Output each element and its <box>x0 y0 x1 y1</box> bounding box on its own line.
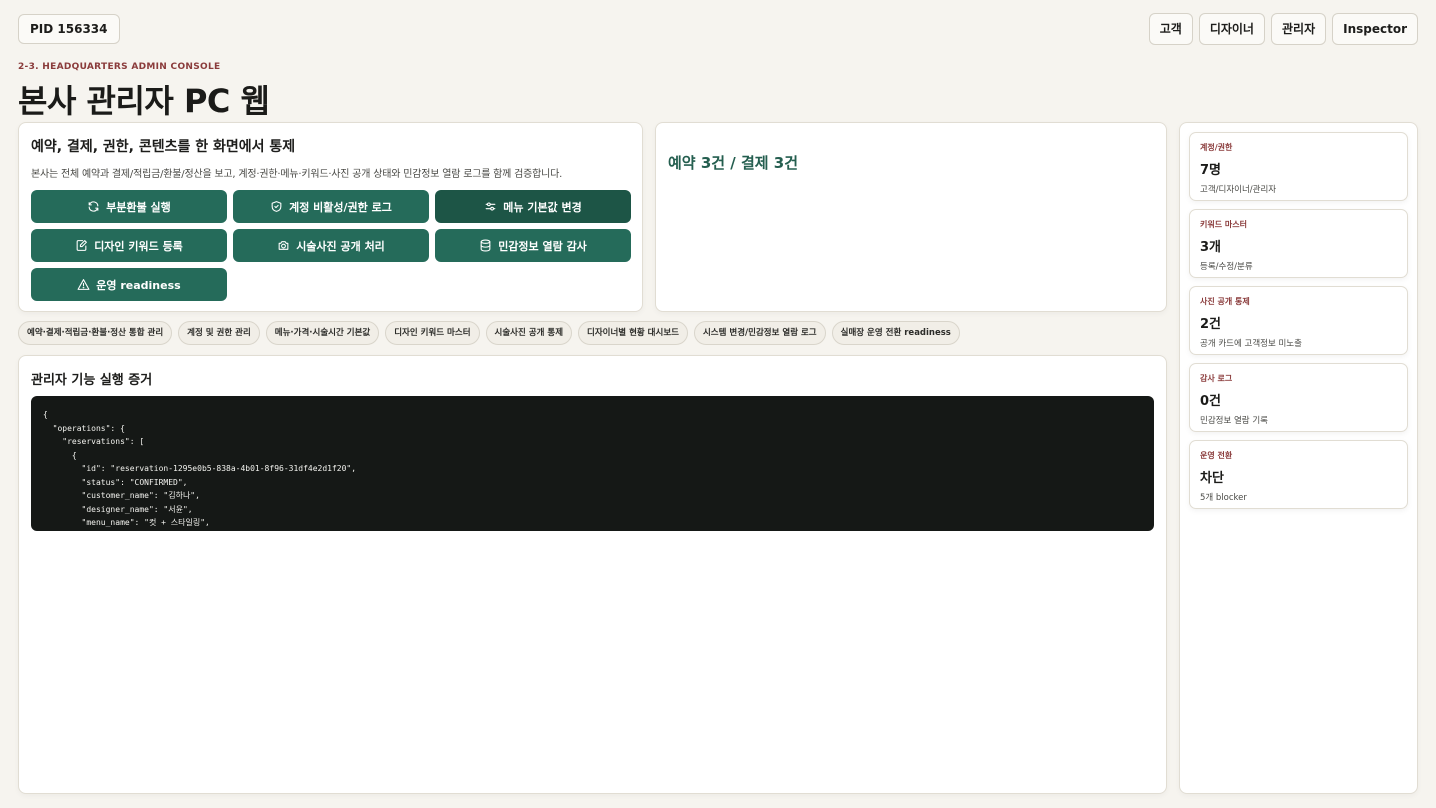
photo-publish-button[interactable]: 시술사진 공개 처리 <box>233 229 429 262</box>
stat-card-keywords: 키워드 마스터 3개 등록/수정/분류 <box>1189 209 1408 278</box>
partial-refund-label: 부분환불 실행 <box>106 200 171 214</box>
keyword-register-button[interactable]: 디자인 키워드 등록 <box>31 229 227 262</box>
evidence-code-block[interactable]: { "operations": { "reservations": [ { "i… <box>31 396 1154 531</box>
evidence-panel: 관리자 기능 실행 증거 { "operations": { "reservat… <box>18 355 1167 794</box>
summary-panel: 예약 3건 / 결제 3건 <box>655 122 1167 312</box>
stat-desc: 등록/수정/분류 <box>1200 262 1253 272</box>
evidence-title: 관리자 기능 실행 증거 <box>31 373 153 388</box>
stat-desc: 5개 blocker <box>1200 493 1247 503</box>
partial-refund-button[interactable]: 부분환불 실행 <box>31 190 227 223</box>
control-description: 본사는 전체 예약과 결제/적립금/환불/정산을 보고, 계정·권한·메뉴·키워… <box>31 169 563 180</box>
chip-designer-dashboard[interactable]: 디자이너별 현황 대시보드 <box>578 321 688 345</box>
menu-default-button[interactable]: 메뉴 기본값 변경 <box>435 190 631 223</box>
chip-photo-control[interactable]: 시술사진 공개 통제 <box>485 321 573 345</box>
chip-readiness[interactable]: 실매장 운영 전환 readiness <box>831 321 960 345</box>
summary-text: 예약 3건 / 결제 3건 <box>668 154 799 172</box>
stat-label: 키워드 마스터 <box>1200 220 1247 229</box>
section-eyebrow: 2-3. HEADQUARTERS ADMIN CONSOLE <box>18 62 221 72</box>
stat-card-readiness: 운영 전환 차단 5개 blocker <box>1189 440 1408 509</box>
sensitive-audit-label: 민감정보 열람 감사 <box>498 239 587 253</box>
database-icon <box>480 239 491 252</box>
stat-card-photos: 사진 공개 통제 2건 공개 카드에 고객정보 미노출 <box>1189 286 1408 355</box>
stat-card-audit: 감사 로그 0건 민감정보 열람 기록 <box>1189 363 1408 432</box>
code-line: "id": "reservation-1295e0b5-838a-4b01-8f… <box>43 464 357 473</box>
code-line: "designer_name": "서윤", <box>43 504 193 514</box>
stat-value: 2건 <box>1200 317 1222 332</box>
camera-icon <box>278 241 289 250</box>
page-title: 본사 관리자 PC 웹 <box>18 82 270 120</box>
refresh-icon <box>88 201 99 212</box>
chip-accounts[interactable]: 계정 및 권한 관리 <box>178 321 260 345</box>
role-admin-button[interactable]: 관리자 <box>1270 13 1327 45</box>
stat-value: 0건 <box>1200 394 1222 409</box>
stat-value: 7명 <box>1200 163 1222 178</box>
account-deactivate-label: 계정 비활성/권한 로그 <box>289 200 392 214</box>
feature-chip-bar: 예약·결제·적립금·환불·정산 통합 관리 계정 및 권한 관리 메뉴·가격·시… <box>18 321 960 345</box>
code-line: "status": "CONFIRMED", <box>43 477 188 487</box>
stat-value: 차단 <box>1200 471 1224 486</box>
control-panel: 예약, 결제, 권한, 콘텐츠를 한 화면에서 통제 본사는 전체 예약과 결제… <box>18 122 643 312</box>
code-line: "menu_name": "컷 + 스타일링", <box>43 518 210 527</box>
stat-desc: 고객/디자이너/관리자 <box>1200 185 1277 195</box>
code-line: "reservations": [ <box>43 437 145 446</box>
stat-label: 사진 공개 통제 <box>1200 297 1250 306</box>
chip-operations[interactable]: 예약·결제·적립금·환불·정산 통합 관리 <box>18 321 173 345</box>
edit-icon <box>76 240 88 251</box>
role-designer-button[interactable]: 디자이너 <box>1198 13 1265 45</box>
code-line: "operations": { <box>43 423 125 433</box>
code-line: "customer_name": "김하나", <box>43 491 200 500</box>
stat-card-accounts: 계정/권한 7명 고객/디자이너/관리자 <box>1189 132 1408 201</box>
stats-sidebar: 계정/권한 7명 고객/디자이너/관리자 키워드 마스터 3개 등록/수정/분류… <box>1179 122 1418 794</box>
pid-badge: PID 156334 <box>18 14 120 44</box>
role-switcher: 고객 디자이너 관리자 Inspector <box>1148 13 1418 45</box>
stat-label: 감사 로그 <box>1200 374 1233 383</box>
code-line: { <box>43 410 48 419</box>
chip-menu-defaults[interactable]: 메뉴·가격·시술시간 기본값 <box>265 321 380 345</box>
stat-label: 운영 전환 <box>1200 451 1233 460</box>
warning-icon <box>77 279 90 290</box>
shield-icon <box>271 201 282 212</box>
photo-publish-label: 시술사진 공개 처리 <box>296 239 385 253</box>
control-title: 예약, 결제, 권한, 콘텐츠를 한 화면에서 통제 <box>31 139 296 155</box>
code-line: { <box>43 450 77 460</box>
stat-desc: 민감정보 열람 기록 <box>1200 416 1268 426</box>
sensitive-audit-button[interactable]: 민감정보 열람 감사 <box>435 229 631 262</box>
stat-desc: 공개 카드에 고객정보 미노출 <box>1200 339 1302 349</box>
account-deactivate-button[interactable]: 계정 비활성/권한 로그 <box>233 190 429 223</box>
stat-value: 3개 <box>1200 240 1222 255</box>
stat-label: 계정/권한 <box>1200 143 1233 152</box>
role-inspector-button[interactable]: Inspector <box>1332 13 1418 45</box>
chip-keyword-master[interactable]: 디자인 키워드 마스터 <box>385 321 480 345</box>
menu-default-label: 메뉴 기본값 변경 <box>503 200 582 214</box>
sliders-icon <box>485 202 496 211</box>
readiness-label: 운영 readiness <box>96 278 181 292</box>
action-grid: 부분환불 실행 계정 비활성/권한 로그 메뉴 기본값 변경 디자인 키워드 등… <box>31 190 631 301</box>
readiness-button[interactable]: 운영 readiness <box>31 268 227 301</box>
keyword-register-label: 디자인 키워드 등록 <box>94 239 183 253</box>
role-customer-button[interactable]: 고객 <box>1148 13 1193 45</box>
chip-audit-logs[interactable]: 시스템 변경/민감정보 열람 로그 <box>693 321 826 345</box>
